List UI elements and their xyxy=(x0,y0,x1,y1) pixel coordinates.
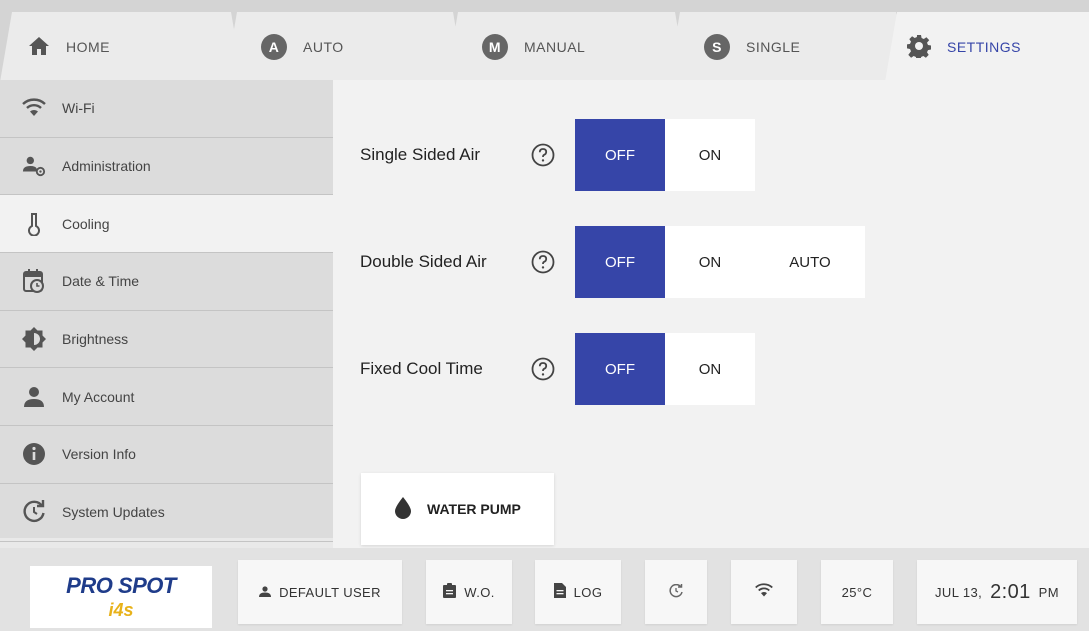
history-button[interactable] xyxy=(645,560,707,624)
date-time-display[interactable]: JUL 13, 2:01 PM xyxy=(917,560,1077,624)
help-icon[interactable] xyxy=(531,143,555,167)
fixed-cool-time-off-button[interactable]: OFF xyxy=(575,333,665,405)
sidebar-item-wifi[interactable]: Wi-Fi xyxy=(0,80,333,138)
sidebar-item-my-account[interactable]: My Account xyxy=(0,368,333,427)
double-sided-air-auto-button[interactable]: AUTO xyxy=(755,226,865,298)
log-label: LOG xyxy=(573,584,603,600)
person-icon xyxy=(259,585,272,600)
fixed-cool-time-label: Fixed Cool Time xyxy=(360,359,483,378)
logo-subtext: i4s xyxy=(108,600,134,620)
sidebar-item-label: Administration xyxy=(62,158,151,175)
single-sided-air-row: Single Sided Air OFF ON xyxy=(333,119,933,191)
time-value: 2:01 xyxy=(990,580,1031,603)
brightness-icon xyxy=(22,327,46,352)
settings-sidebar: Wi-Fi Administration Cooling Date & Time… xyxy=(0,80,333,542)
sidebar-item-cooling[interactable]: Cooling xyxy=(0,195,333,254)
help-icon[interactable] xyxy=(531,357,555,381)
water-drop-icon xyxy=(395,496,411,522)
info-icon xyxy=(22,442,46,466)
calendar-clock-icon xyxy=(22,269,46,294)
tab-home[interactable]: HOME xyxy=(0,12,243,82)
sidebar-item-label: Version Info xyxy=(62,446,136,463)
double-sided-air-on-button[interactable]: ON xyxy=(665,226,755,298)
water-pump-label: WATER PUMP xyxy=(427,501,521,517)
history-icon xyxy=(669,583,683,601)
sidebar-item-system-updates[interactable]: System Updates xyxy=(0,484,333,542)
tab-settings[interactable]: SETTINGS xyxy=(885,12,1089,82)
document-icon xyxy=(553,583,566,601)
bottom-status-bar: PRO SPOT i4s DEFAULT USER W.O. LOG 25°C … xyxy=(0,548,1089,631)
fixed-cool-time-toggle: OFF ON xyxy=(575,333,755,405)
double-sided-air-label: Double Sided Air xyxy=(360,252,487,271)
admin-user-gear-icon xyxy=(22,154,46,178)
update-icon xyxy=(22,500,46,524)
top-tab-bar: HOME A AUTO M MANUAL S SINGLE SETTINGS xyxy=(0,0,1089,82)
user-name: DEFAULT USER xyxy=(279,584,381,600)
tab-home-label: HOME xyxy=(66,39,110,55)
date-value: JUL 13, xyxy=(935,584,983,600)
sidebar-item-brightness[interactable]: Brightness xyxy=(0,311,333,369)
tab-manual[interactable]: M MANUAL xyxy=(446,12,687,82)
sidebar-item-label: My Account xyxy=(62,388,135,405)
sidebar-item-administration[interactable]: Administration xyxy=(0,138,333,196)
work-order-label: W.O. xyxy=(464,584,495,600)
person-icon xyxy=(22,385,46,409)
double-sided-air-row: Double Sided Air OFF ON AUTO xyxy=(333,226,933,298)
sidebar-item-version-info[interactable]: Version Info xyxy=(0,426,333,484)
sidebar-item-label: Wi-Fi xyxy=(62,100,95,117)
auto-badge-icon: A xyxy=(261,34,287,60)
fixed-cool-time-row: Fixed Cool Time OFF ON xyxy=(333,333,933,405)
tab-single-label: SINGLE xyxy=(746,39,801,55)
temperature-display: 25°C xyxy=(821,560,893,624)
temperature-value: 25°C xyxy=(841,584,873,600)
clipboard-icon xyxy=(443,583,457,601)
single-sided-air-on-button[interactable]: ON xyxy=(665,119,755,191)
double-sided-air-off-button[interactable]: OFF xyxy=(575,226,665,298)
wifi-icon xyxy=(755,583,773,601)
user-button[interactable]: DEFAULT USER xyxy=(238,560,402,624)
single-sided-air-off-button[interactable]: OFF xyxy=(575,119,665,191)
tab-auto-label: AUTO xyxy=(303,39,344,55)
sidebar-item-date-time[interactable]: Date & Time xyxy=(0,253,333,311)
home-icon xyxy=(28,36,50,59)
sidebar-item-label: Date & Time xyxy=(62,273,140,290)
tab-single[interactable]: S SINGLE xyxy=(668,12,908,82)
pro-spot-logo: PRO SPOT i4s xyxy=(30,566,212,628)
tab-manual-label: MANUAL xyxy=(524,39,586,55)
water-pump-button[interactable]: WATER PUMP xyxy=(361,473,554,545)
thermometer-icon xyxy=(22,212,46,236)
double-sided-air-toggle: OFF ON AUTO xyxy=(575,226,865,298)
manual-badge-icon: M xyxy=(482,34,508,60)
sidebar-item-label: Brightness xyxy=(62,331,129,348)
tab-settings-label: SETTINGS xyxy=(947,39,1022,55)
cooling-settings-panel: Single Sided Air OFF ON Double Sided Air… xyxy=(333,80,1089,548)
help-icon[interactable] xyxy=(531,250,555,274)
work-order-button[interactable]: W.O. xyxy=(426,560,512,624)
single-badge-icon: S xyxy=(704,34,730,60)
sidebar-item-label: Cooling xyxy=(62,215,110,232)
log-button[interactable]: LOG xyxy=(535,560,621,624)
sidebar-item-label: System Updates xyxy=(62,504,165,521)
tab-auto[interactable]: A AUTO xyxy=(225,12,465,82)
am-pm-value: PM xyxy=(1038,584,1059,600)
fixed-cool-time-on-button[interactable]: ON xyxy=(665,333,755,405)
wifi-icon xyxy=(22,96,46,120)
single-sided-air-label: Single Sided Air xyxy=(360,145,481,164)
single-sided-air-toggle: OFF ON xyxy=(575,119,755,191)
gear-icon xyxy=(907,34,931,61)
logo-text: PRO SPOT xyxy=(66,573,176,598)
wifi-status-button[interactable] xyxy=(731,560,797,624)
